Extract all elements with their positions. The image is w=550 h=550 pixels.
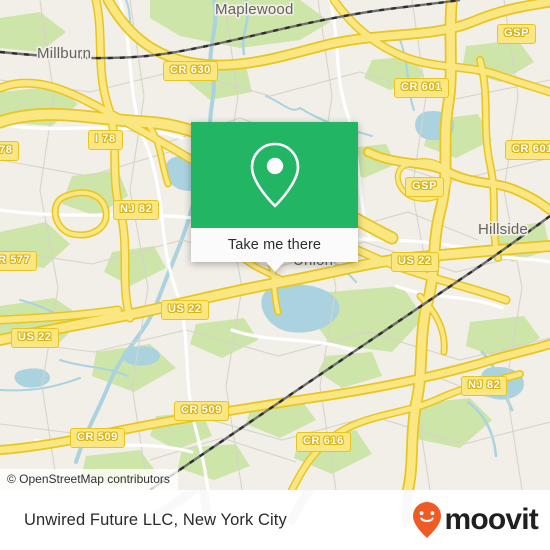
place-label-millburn: Millburn xyxy=(37,45,92,62)
route-shield-us22-west[interactable]: US 22 xyxy=(11,328,59,348)
place-label-maplewood: Maplewood xyxy=(215,1,294,18)
map-screenshot: Maplewood Millburn Hillside Union CR 630… xyxy=(0,0,550,550)
route-shield-i78-edge[interactable]: 78 xyxy=(0,141,20,161)
route-shield-cr616[interactable]: CR 616 xyxy=(296,432,351,452)
moovit-pin-icon xyxy=(413,502,442,538)
location-popup[interactable]: Take me there xyxy=(191,122,358,272)
popup-header xyxy=(191,122,358,228)
moovit-logo[interactable]: moovit xyxy=(412,501,539,539)
location-title: Unwired Future LLC, New York City xyxy=(24,510,287,529)
route-shield-cr577-edge[interactable]: R 577 xyxy=(0,251,38,271)
route-shield-cr630[interactable]: CR 630 xyxy=(163,61,218,81)
take-me-there-label: Take me there xyxy=(227,237,322,253)
map-canvas[interactable]: Maplewood Millburn Hillside Union CR 630… xyxy=(0,0,550,490)
route-shield-nj82-west[interactable]: NJ 82 xyxy=(113,200,160,220)
route-shield-us22-mid[interactable]: US 22 xyxy=(161,300,209,320)
place-label-hillside: Hillside xyxy=(478,221,528,238)
popup-footer[interactable]: Take me there xyxy=(191,228,358,262)
route-shield-cr509-west[interactable]: CR 509 xyxy=(70,428,125,448)
route-shield-gsp-north[interactable]: GSP xyxy=(497,24,537,44)
moovit-wordmark: moovit xyxy=(444,503,538,536)
route-shield-gsp-mid[interactable]: GSP xyxy=(405,177,445,197)
map-pin-icon xyxy=(250,142,299,208)
route-shield-cr601-north[interactable]: CR 601 xyxy=(394,78,449,98)
popup-pointer xyxy=(265,262,284,272)
route-shield-nj82-east[interactable]: NJ 82 xyxy=(461,376,508,396)
footer-bar: Unwired Future LLC, New York City moovit xyxy=(0,490,550,550)
route-shield-cr509-mid[interactable]: CR 509 xyxy=(174,401,229,421)
route-shield-i78[interactable]: I 78 xyxy=(88,130,123,150)
route-shield-cr601-east[interactable]: CR 601 xyxy=(505,140,550,160)
map-attribution[interactable]: © OpenStreetMap contributors xyxy=(0,468,178,490)
route-shield-us22-east[interactable]: US 22 xyxy=(391,252,439,272)
